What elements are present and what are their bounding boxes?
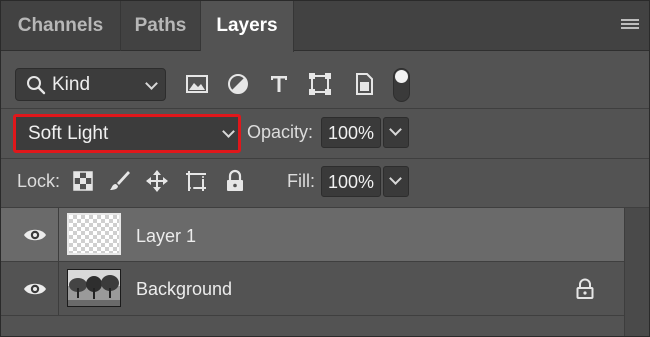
filter-kind-label: Kind <box>52 74 91 95</box>
layer-name: Layer 1 <box>136 226 197 246</box>
lock-position-move-icon[interactable] <box>145 169 169 193</box>
opacity-label: Opacity: <box>247 122 314 142</box>
lock-icon[interactable] <box>575 278 595 300</box>
divider <box>1 158 649 159</box>
fill-field[interactable]: 100% <box>321 166 381 197</box>
layer-thumbnail-transparent <box>67 213 121 255</box>
layer-thumbnail-photo <box>67 269 121 307</box>
tab-channels[interactable]: Channels <box>1 1 121 51</box>
adjustment-filter-icon[interactable] <box>225 71 251 97</box>
opacity-dropdown-button[interactable] <box>383 117 409 148</box>
opacity-field[interactable]: 100% <box>321 117 381 148</box>
type-filter-icon[interactable] <box>266 71 292 97</box>
visibility-cell[interactable] <box>1 208 59 261</box>
layer-row-layer-1[interactable]: Layer 1 <box>1 208 624 261</box>
filter-kind-select[interactable]: Kind <box>15 68 166 101</box>
eye-icon[interactable] <box>23 227 47 243</box>
search-icon <box>27 76 46 95</box>
visibility-cell[interactable] <box>1 262 59 315</box>
panel-tab-bar: Channels Paths Layers <box>1 1 649 52</box>
layer-name: Background <box>136 279 233 299</box>
chevron-down-icon <box>145 77 158 90</box>
blend-mode-label: Soft Light <box>28 123 109 144</box>
layer-row-background[interactable]: Background <box>1 262 624 315</box>
lock-image-pixels-brush-icon[interactable] <box>107 169 131 193</box>
lock-all-icon[interactable] <box>223 169 247 193</box>
chevron-down-icon <box>389 172 402 185</box>
panel-menu-icon[interactable] <box>621 19 639 33</box>
filter-toggle-switch[interactable] <box>393 68 410 102</box>
fill-dropdown-button[interactable] <box>383 166 409 197</box>
eye-icon[interactable] <box>23 281 47 297</box>
divider <box>1 315 624 316</box>
tab-paths[interactable]: Paths <box>121 1 201 51</box>
chevron-down-icon <box>222 125 235 138</box>
blend-mode-select[interactable]: Soft Light <box>13 114 241 153</box>
shape-filter-icon[interactable] <box>307 71 333 97</box>
fill-label: Fill: <box>287 171 315 191</box>
smart-object-filter-icon[interactable] <box>351 71 377 97</box>
layers-scrollbar[interactable] <box>624 208 649 336</box>
tab-layers[interactable]: Layers <box>201 1 294 52</box>
image-filter-icon[interactable] <box>184 71 210 97</box>
layers-panel: Channels Paths Layers Kind Soft Light Op… <box>0 0 650 337</box>
divider <box>1 108 649 109</box>
lock-artboard-icon[interactable] <box>184 169 208 193</box>
lock-label: Lock: <box>17 171 61 191</box>
lock-transparent-pixels-icon[interactable] <box>71 169 95 193</box>
chevron-down-icon <box>389 123 402 136</box>
landscape-photo-thumbnail <box>68 270 120 306</box>
